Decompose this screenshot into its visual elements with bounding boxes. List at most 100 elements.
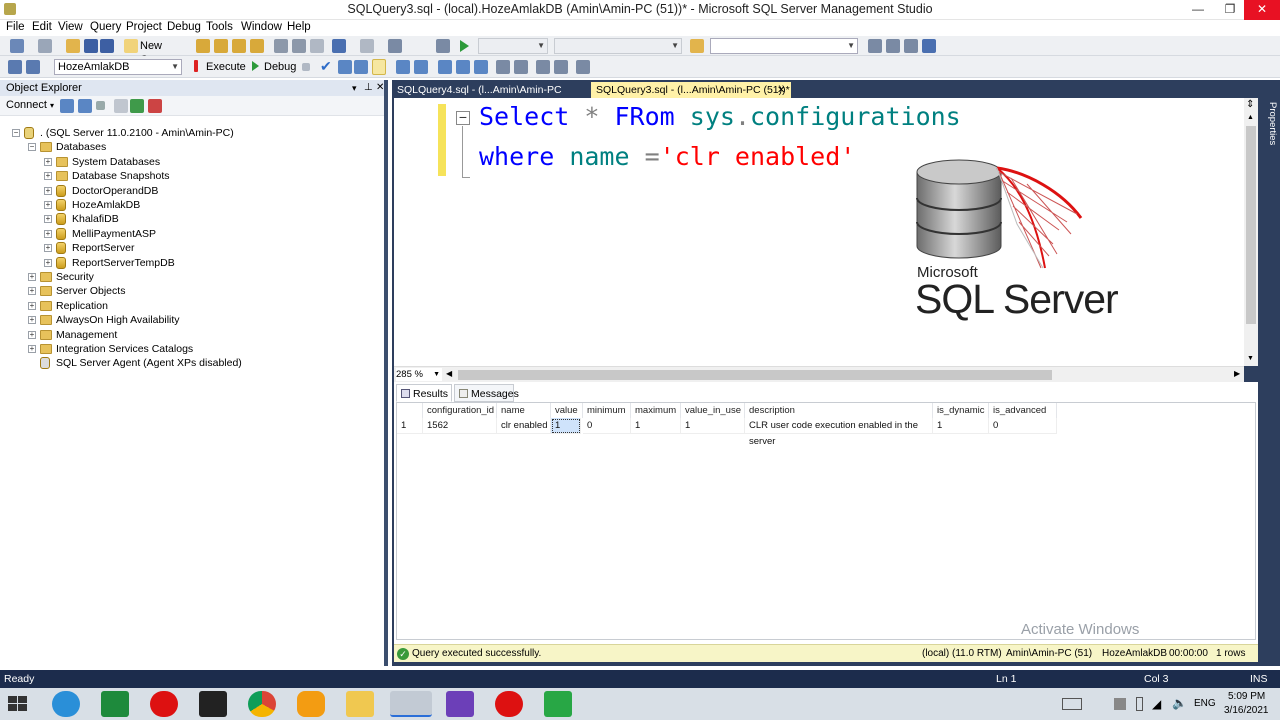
close-button[interactable]: ✕ [1244, 0, 1280, 20]
menu-window[interactable]: Window [241, 20, 282, 33]
query-db-icon[interactable] [196, 39, 210, 53]
network-icon[interactable] [1114, 698, 1126, 710]
uncomment-icon[interactable] [514, 60, 528, 74]
volume-icon[interactable]: 🔈 [1172, 696, 1187, 710]
paste-icon[interactable] [310, 39, 324, 53]
expand-node-icon[interactable]: + [28, 316, 36, 325]
collapse-node-icon[interactable]: − [12, 129, 20, 137]
table-cell[interactable]: 1 [933, 418, 989, 434]
cut-icon[interactable] [274, 39, 288, 53]
column-header[interactable]: description [745, 403, 933, 418]
start-windows-icon[interactable] [8, 696, 28, 712]
menu-view[interactable]: View [58, 20, 83, 33]
tree-node[interactable]: + Replication [0, 299, 384, 313]
debug-button[interactable]: Debug [250, 59, 300, 75]
tree-node[interactable]: + Security [0, 270, 384, 284]
tree-node[interactable]: + MelliPaymentASP [0, 227, 384, 241]
estimated-plan-icon[interactable] [338, 60, 352, 74]
query-olap-icon[interactable] [214, 39, 228, 53]
table-cell[interactable]: 0 [583, 418, 631, 434]
activity-monitor-icon[interactable] [148, 99, 162, 113]
table-cell[interactable]: 1562 [423, 418, 497, 434]
database-dropdown[interactable]: HozeAmlakDB ▼ [54, 59, 182, 75]
tree-node[interactable]: SQL Server Agent (Agent XPs disabled) [0, 356, 384, 370]
keyboard-icon[interactable] [1062, 698, 1082, 710]
query-xmla-icon[interactable] [232, 39, 246, 53]
menu-project[interactable]: Project [126, 20, 162, 33]
tree-node[interactable]: + Integration Services Catalogs [0, 342, 384, 356]
column-header[interactable]: name [497, 403, 551, 418]
camtasia-icon[interactable] [544, 691, 572, 717]
expand-node-icon[interactable]: + [28, 273, 36, 281]
battery-icon[interactable] [1136, 697, 1143, 711]
table-cell[interactable]: 1 [631, 418, 681, 434]
query-editor[interactable]: − Select * FRom sys.configurations where… [394, 98, 1258, 366]
column-header[interactable]: is_dynamic [933, 403, 989, 418]
menu-edit[interactable]: Edit [32, 20, 52, 33]
connect-db-icon[interactable] [60, 99, 74, 113]
find-input[interactable]: ▼ [710, 38, 858, 54]
pin-icon[interactable]: ▾ [352, 80, 357, 96]
tab-messages[interactable]: Messages [454, 384, 519, 402]
menu-help[interactable]: Help [287, 20, 311, 33]
execute-button[interactable]: Execute [192, 59, 246, 75]
increase-indent-icon[interactable] [554, 60, 568, 74]
specify-values-icon[interactable] [576, 60, 590, 74]
tree-node[interactable]: + Database Snapshots [0, 169, 384, 183]
include-actual-plan-icon[interactable] [396, 60, 410, 74]
ssms-taskbar-icon[interactable] [390, 691, 432, 717]
filter-icon[interactable] [114, 99, 128, 113]
menu-tools[interactable]: Tools [206, 20, 233, 33]
find-icon[interactable] [690, 39, 704, 53]
column-header[interactable]: value [551, 403, 583, 418]
properties-side-strip[interactable]: Properties [1262, 98, 1280, 664]
collapse-node-icon[interactable]: − [28, 143, 36, 152]
restore-button[interactable]: ❐ [1214, 0, 1246, 20]
client-statistics-icon[interactable] [414, 60, 428, 74]
decrease-indent-icon[interactable] [536, 60, 550, 74]
window-layout-icon[interactable] [922, 39, 936, 53]
new-project-icon[interactable] [10, 39, 24, 53]
table-cell[interactable]: CLR user code execution enabled in the s… [745, 418, 933, 447]
minimize-button[interactable]: — [1182, 0, 1214, 20]
tree-node[interactable]: − Databases [0, 140, 384, 154]
scroll-thumb[interactable] [1246, 126, 1256, 324]
undo-icon[interactable] [332, 39, 346, 53]
new-query-button[interactable]: New Query [124, 38, 190, 66]
tab-sqlquery4[interactable]: SQLQuery4.sql - (l...Amin\Amin-PC (56))* [392, 82, 574, 113]
column-header[interactable]: minimum [583, 403, 631, 418]
results-grid[interactable]: 1 configuration_id name value minimum maximum… [396, 402, 1256, 640]
expand-node-icon[interactable]: + [44, 186, 52, 195]
comment-icon[interactable] [496, 60, 510, 74]
table-cell[interactable]: 1 [551, 418, 581, 434]
stop-icon[interactable] [96, 101, 105, 110]
results-to-grid-icon[interactable] [456, 60, 470, 74]
save-icon[interactable] [84, 39, 98, 53]
expand-node-icon[interactable]: + [44, 244, 52, 253]
open-file-icon[interactable] [66, 39, 80, 53]
solution-platform-dropdown[interactable]: ▼ [554, 38, 682, 54]
disconnect-icon[interactable] [78, 99, 92, 113]
expand-node-icon[interactable]: + [44, 258, 52, 267]
column-header[interactable]: is_advanced [989, 403, 1057, 418]
language-indicator[interactable]: ENG [1194, 698, 1216, 709]
tree-node[interactable]: + AlwaysOn High Availability [0, 313, 384, 327]
expand-node-icon[interactable]: + [44, 172, 52, 181]
expand-node-icon[interactable]: + [28, 287, 36, 296]
close-panel-icon[interactable]: ✕ [376, 80, 384, 96]
store-icon[interactable] [101, 691, 129, 717]
collapse-icon[interactable]: − [456, 110, 470, 125]
expand-node-icon[interactable]: + [44, 229, 52, 238]
editor-vertical-scrollbar[interactable]: ⇕ ▲ ▼ [1244, 98, 1258, 366]
expand-node-icon[interactable]: + [44, 201, 52, 209]
add-item-icon[interactable] [38, 39, 52, 53]
tab-results[interactable]: Results [396, 384, 452, 402]
wifi-icon[interactable]: ◢ [1152, 697, 1161, 711]
autohide-icon[interactable]: ⊥ [364, 80, 373, 96]
chrome-icon[interactable] [248, 691, 276, 717]
file-explorer-icon[interactable] [346, 691, 374, 717]
hscroll-right-icon[interactable]: ▶ [1234, 369, 1240, 378]
intellisense-icon[interactable] [372, 59, 386, 75]
split-icon[interactable]: ⇕ [1246, 100, 1256, 110]
table-cell[interactable]: 0 [989, 418, 1057, 434]
